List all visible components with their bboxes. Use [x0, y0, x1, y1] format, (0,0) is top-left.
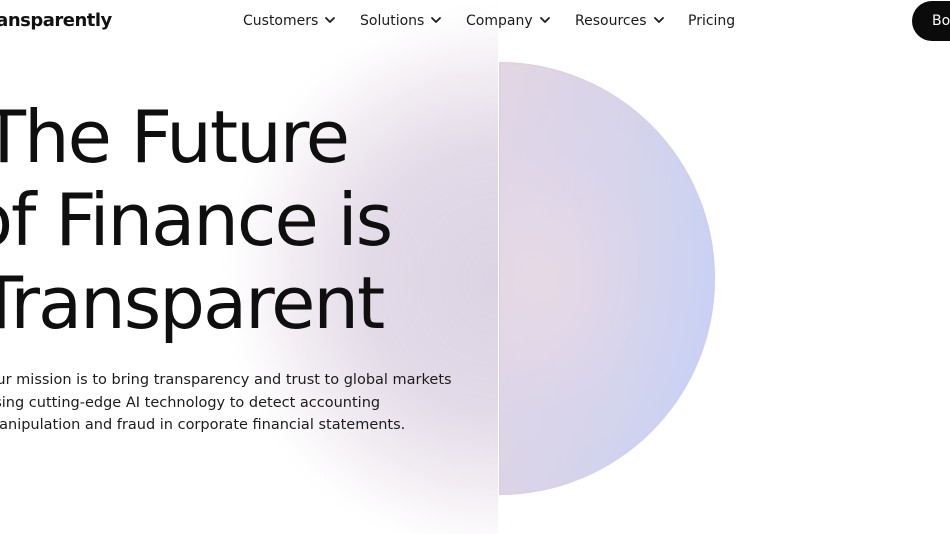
- nav-item-label: Company: [466, 13, 533, 29]
- hero-title-line: of Finance is: [0, 178, 393, 262]
- nav-item-company[interactable]: Company: [466, 11, 575, 31]
- hero-description-line: Our mission is to bring transparency and…: [0, 372, 452, 388]
- nav-item-resources[interactable]: Resources: [575, 11, 688, 31]
- brand-logo[interactable]: Transparently: [0, 9, 112, 33]
- nav-item-label: Solutions: [360, 13, 425, 29]
- nav-item-label: Customers: [243, 13, 319, 29]
- chevron-down-icon: [325, 17, 336, 23]
- nav-item-label: Pricing: [688, 13, 736, 29]
- hero-title-line: Transparent: [0, 261, 385, 345]
- main-menu: Customers Solutions Company Resources Pr…: [243, 11, 735, 31]
- hero-title-line: The Future: [0, 95, 350, 179]
- top-navigation: Transparently Customers Solutions Compan…: [0, 0, 950, 42]
- hero-description-line: using cutting-edge AI technology to dete…: [0, 394, 381, 411]
- nav-item-pricing[interactable]: Pricing: [688, 11, 735, 31]
- nav-item-label: Resources: [575, 13, 647, 29]
- hero-title: The Future of Finance is Transparent: [0, 95, 393, 345]
- chevron-down-icon: [431, 17, 442, 23]
- hero-description-line: manipulation and fraud in corporate fina…: [0, 417, 406, 433]
- chevron-down-icon: [539, 17, 550, 23]
- landing-page: Transparently Customers Solutions Compan…: [0, 0, 950, 534]
- nav-item-customers[interactable]: Customers: [243, 11, 360, 31]
- nav-item-solutions[interactable]: Solutions: [360, 11, 466, 31]
- hero-description: Our mission is to bring transparency and…: [0, 369, 452, 437]
- chevron-down-icon: [653, 17, 664, 23]
- book-demo-button[interactable]: Book a Demo: [912, 1, 950, 41]
